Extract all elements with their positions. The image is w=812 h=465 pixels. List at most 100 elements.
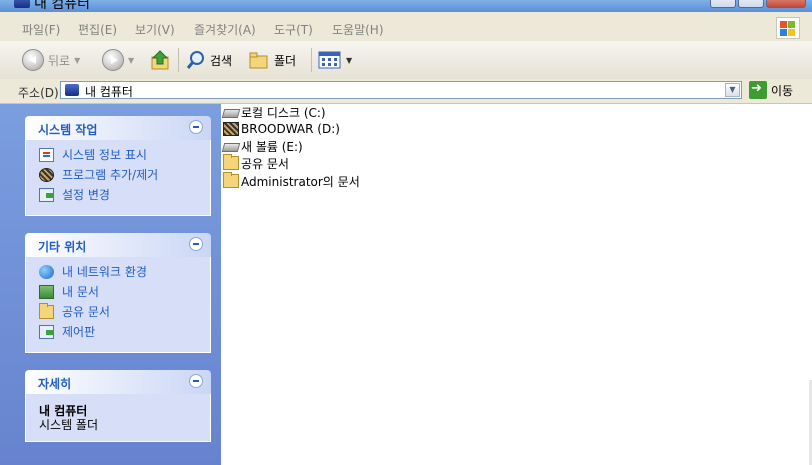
folder-icon	[39, 303, 54, 319]
folders-button[interactable]: 폴더	[248, 48, 296, 72]
folders-label: 폴더	[274, 53, 297, 68]
panel-title: 기타 위치	[38, 240, 87, 254]
search-button[interactable]: 검색	[186, 48, 232, 72]
item-name: Administrator의 문서	[241, 174, 360, 189]
details-type: 시스템 폴더	[39, 418, 99, 432]
minimize-button[interactable]	[710, 0, 736, 8]
task-label: 설정 변경	[62, 188, 110, 202]
address-dropdown-icon[interactable]: ▼	[725, 83, 740, 97]
up-folder-icon	[151, 50, 169, 70]
menu-view[interactable]: 보기(V)	[135, 21, 175, 38]
cd-drive-icon	[223, 122, 239, 136]
address-input[interactable]: 내 컴퓨터 ▼	[60, 81, 742, 99]
item-name: 공유 문서	[241, 156, 289, 171]
place-shared-documents[interactable]: 공유 문서	[26, 303, 210, 323]
details-header[interactable]: 자세히	[25, 370, 211, 394]
views-icon	[318, 51, 341, 69]
list-item[interactable]: BROODWAR (D:)	[223, 121, 340, 137]
details-body: 내 컴퓨터 시스템 폴더	[25, 394, 211, 442]
other-places-body: 내 네트워크 환경 내 문서 공유 문서 제어판	[25, 257, 211, 353]
folder-icon	[223, 172, 239, 188]
details-name: 내 컴퓨터	[39, 404, 88, 418]
details-panel: 자세히 내 컴퓨터 시스템 폴더	[25, 370, 211, 442]
place-label: 내 네트워크 환경	[62, 265, 147, 279]
place-my-network[interactable]: 내 네트워크 환경	[26, 263, 210, 283]
place-label: 제어판	[62, 325, 96, 339]
folders-icon	[249, 52, 268, 69]
task-label: 시스템 정보 표시	[62, 148, 147, 162]
task-change-settings[interactable]: 설정 변경	[26, 186, 210, 206]
forward-arrow-icon	[102, 49, 124, 71]
control-panel-icon	[39, 188, 54, 202]
address-label: 주소(D)	[18, 86, 59, 100]
views-dropdown-icon[interactable]: ▼	[346, 56, 352, 65]
place-control-panel[interactable]: 제어판	[26, 323, 210, 343]
task-pane: 시스템 작업 시스템 정보 표시 프로그램 추가/제거 설정 변경 기타 위치	[0, 104, 221, 465]
my-computer-icon	[14, 0, 30, 8]
my-computer-icon	[65, 84, 79, 96]
menu-file[interactable]: 파일(F)	[22, 21, 60, 38]
system-tasks-header[interactable]: 시스템 작업	[25, 116, 211, 140]
menu-help[interactable]: 도움말(H)	[332, 21, 384, 38]
place-label: 공유 문서	[62, 305, 110, 319]
search-icon	[186, 51, 204, 69]
system-tasks-panel: 시스템 작업 시스템 정보 표시 프로그램 추가/제거 설정 변경	[25, 116, 211, 216]
collapse-icon[interactable]	[189, 374, 203, 388]
item-name: BROODWAR (D:)	[241, 122, 340, 136]
place-label: 내 문서	[62, 285, 99, 299]
window-controls	[710, 0, 806, 8]
back-dropdown-icon[interactable]: ▼	[74, 56, 80, 65]
file-list: 로컬 디스크 (C:) BROODWAR (D:) 새 볼륨 (E:) 공유 문…	[221, 104, 812, 465]
back-label: 뒤로	[48, 53, 71, 68]
list-item[interactable]: 공유 문서	[223, 154, 289, 171]
go-button[interactable]: 이동	[749, 81, 793, 99]
control-panel-icon	[39, 325, 54, 339]
list-item[interactable]: Administrator의 문서	[223, 172, 360, 189]
toolbar: 뒤로 ▼ ▼ 검색 폴더 ▼	[0, 41, 812, 80]
collapse-icon[interactable]	[189, 237, 203, 251]
forward-dropdown-icon[interactable]: ▼	[128, 56, 134, 65]
menu-favorites[interactable]: 즐겨찾기(A)	[194, 21, 256, 38]
go-arrow-icon	[749, 81, 767, 99]
toolbar-separator	[311, 48, 312, 72]
window-title: 내 컴퓨터	[34, 0, 90, 12]
task-label: 프로그램 추가/제거	[62, 168, 159, 182]
menu-bar: 파일(F) 편집(E) 보기(V) 즐겨찾기(A) 도구(T) 도움말(H)	[0, 12, 812, 42]
collapse-icon[interactable]	[189, 120, 203, 134]
search-label: 검색	[210, 53, 233, 68]
add-remove-programs-icon	[39, 168, 54, 182]
views-button[interactable]: ▼	[318, 48, 352, 72]
hard-drive-icon	[221, 143, 241, 152]
go-label: 이동	[771, 83, 794, 98]
title-bar: 내 컴퓨터	[0, 0, 812, 12]
menu-tools[interactable]: 도구(T)	[274, 21, 313, 38]
address-value[interactable]: 내 컴퓨터	[85, 83, 133, 100]
toolbar-separator	[178, 48, 179, 72]
network-icon	[39, 265, 54, 279]
up-folder-button[interactable]	[150, 48, 172, 72]
maximize-button[interactable]	[738, 0, 764, 8]
hard-drive-icon	[221, 109, 241, 118]
windows-logo-icon	[776, 17, 800, 39]
list-item[interactable]: 새 볼륨 (E:)	[221, 138, 303, 154]
panel-title: 자세히	[38, 377, 72, 391]
system-info-icon	[39, 148, 54, 162]
task-view-system-info[interactable]: 시스템 정보 표시	[26, 146, 210, 166]
forward-button[interactable]: ▼	[102, 48, 134, 72]
menu-edit[interactable]: 편집(E)	[78, 21, 117, 38]
system-tasks-body: 시스템 정보 표시 프로그램 추가/제거 설정 변경	[25, 140, 211, 216]
my-documents-icon	[39, 285, 54, 299]
panel-title: 시스템 작업	[38, 123, 98, 137]
list-item[interactable]: 로컬 디스크 (C:)	[221, 104, 326, 120]
back-arrow-icon	[22, 49, 44, 71]
item-name: 새 볼륨 (E:)	[241, 139, 303, 154]
close-button[interactable]	[766, 0, 806, 8]
address-bar: 주소(D) 내 컴퓨터 ▼ 이동	[0, 79, 812, 104]
other-places-header[interactable]: 기타 위치	[25, 233, 211, 257]
item-name: 로컬 디스크 (C:)	[241, 105, 326, 120]
folder-icon	[223, 154, 239, 170]
place-my-documents[interactable]: 내 문서	[26, 283, 210, 303]
other-places-panel: 기타 위치 내 네트워크 환경 내 문서 공유 문서 제어판	[25, 233, 211, 353]
back-button[interactable]: 뒤로 ▼	[22, 48, 80, 72]
task-add-remove-programs[interactable]: 프로그램 추가/제거	[26, 166, 210, 186]
